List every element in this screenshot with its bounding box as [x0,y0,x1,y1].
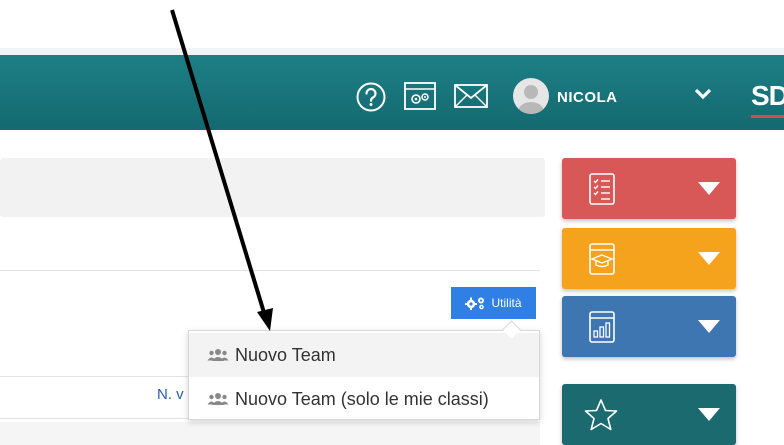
annotation-arrow [170,9,273,331]
